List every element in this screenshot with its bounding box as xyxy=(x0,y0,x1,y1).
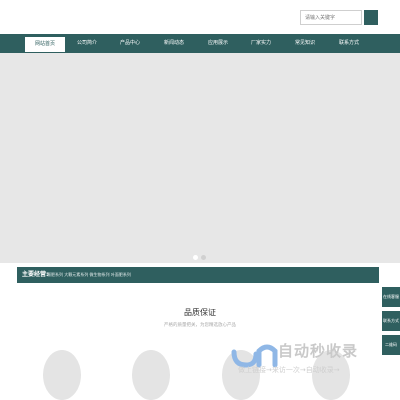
top-header xyxy=(0,0,400,34)
nav-item-strength[interactable]: 厂家实力 xyxy=(239,34,283,53)
main-products-label: 主要经营: xyxy=(22,271,49,278)
main-products-bar: 主要经营: 颗肥系列 大颗元素系列 微生物系列 叶面肥系列 xyxy=(17,267,379,283)
watermark-logo xyxy=(231,344,278,368)
feature-circle xyxy=(43,350,81,400)
search-box xyxy=(300,10,378,25)
nav-item-applications[interactable]: 应用展示 xyxy=(196,34,240,53)
watermark: 自动秒收录 做上链接→来访一次→自动收录→ xyxy=(226,338,396,382)
quality-subtitle: 严格的质量把关，为您精选放心产品 xyxy=(164,323,236,328)
watermark-subtitle: 做上链接→来访一次→自动收录→ xyxy=(238,366,340,374)
search-button[interactable] xyxy=(364,10,378,25)
quality-title: 品质保证 xyxy=(184,308,216,317)
nav-item-products[interactable]: 产品中心 xyxy=(108,34,152,53)
nav-item-news[interactable]: 新闻动态 xyxy=(152,34,196,53)
feature-circle xyxy=(132,350,170,400)
side-button-contact[interactable]: 联系方式 xyxy=(382,311,400,331)
main-products-links[interactable]: 颗肥系列 大颗元素系列 微生物系列 叶面肥系列 xyxy=(47,267,131,283)
search-input[interactable] xyxy=(300,10,362,25)
slider-dot-active[interactable] xyxy=(193,255,198,260)
watermark-title: 自动秒收录 xyxy=(278,342,359,360)
side-button-online-service[interactable]: 在线客服 xyxy=(382,287,400,307)
nav-item-about[interactable]: 公司简介 xyxy=(65,34,109,53)
nav-item-contact[interactable]: 联系方式 xyxy=(327,34,371,53)
slider-dot[interactable] xyxy=(201,255,206,260)
nav-item-home[interactable]: 网站首页 xyxy=(25,37,65,52)
hero-banner xyxy=(0,53,400,263)
nav-item-knowledge[interactable]: 常见知识 xyxy=(283,34,327,53)
main-nav: 网站首页 公司简介 产品中心 新闻动态 应用展示 厂家实力 常见知识 联系方式 xyxy=(0,34,400,53)
